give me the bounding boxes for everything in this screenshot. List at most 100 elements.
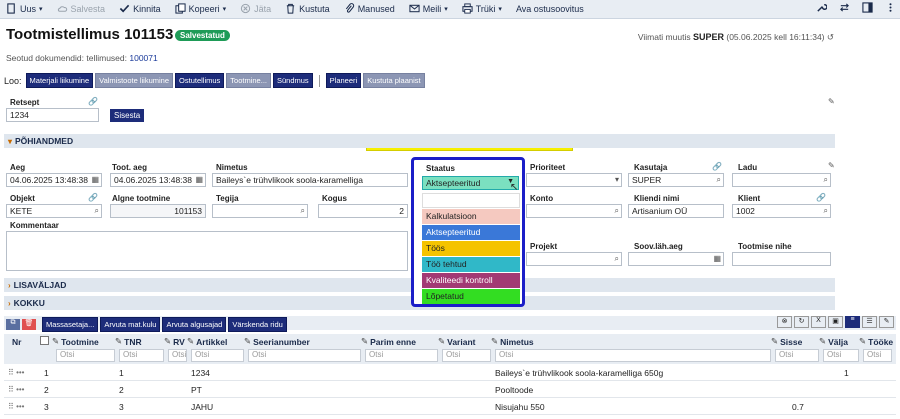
toolbar-button-1[interactable]: Salvesta bbox=[57, 3, 105, 16]
wrench-small-icon[interactable]: ✎ bbox=[879, 316, 894, 328]
column-filter-input[interactable]: Otsi bbox=[248, 349, 361, 362]
excel-icon[interactable]: X bbox=[811, 316, 826, 328]
linked-order-link[interactable]: 100071 bbox=[129, 53, 157, 63]
toolbar-button-7[interactable]: Meili ▾ bbox=[409, 3, 448, 16]
swap-arrows-icon[interactable] bbox=[839, 2, 850, 15]
prioriteet-select[interactable]: ▾ bbox=[526, 173, 622, 187]
toolbar-button-2[interactable]: Kinnita bbox=[119, 3, 161, 16]
column-header[interactable]: ✎ TNR bbox=[115, 334, 142, 349]
cell-tnr[interactable]: 3 bbox=[119, 402, 124, 412]
column-filter-input[interactable]: Otsi bbox=[442, 349, 491, 362]
tegija-input[interactable]: ⌕ bbox=[212, 204, 308, 218]
toolbar-button-8[interactable]: Trüki ▾ bbox=[462, 2, 502, 16]
calendar-icon[interactable]: ▦ bbox=[195, 175, 203, 184]
status-option[interactable]: Aktsepteeritud bbox=[422, 225, 520, 240]
row-menu-icon[interactable]: ⠿ ••• bbox=[8, 385, 24, 394]
kliendi-nimi-input[interactable]: Artisanium OÜ bbox=[628, 204, 724, 218]
history-icon[interactable]: ↺ bbox=[827, 32, 834, 42]
toolbar-button-5[interactable]: Kustuta bbox=[285, 3, 330, 16]
column-header[interactable]: ✎ Tööke bbox=[859, 334, 893, 349]
plan-button-0[interactable]: Planeeri bbox=[325, 73, 362, 88]
search-icon[interactable]: ⌕ bbox=[824, 206, 828, 216]
cell-nimetus[interactable]: Nisujahu 550 bbox=[495, 402, 545, 412]
column-header[interactable]: ✎ Nimetus bbox=[491, 334, 534, 349]
grid-action-button-0[interactable]: Massasetaja... bbox=[42, 317, 99, 332]
calendar-icon[interactable]: ▦ bbox=[713, 254, 721, 263]
cell-artikkel[interactable]: PT bbox=[191, 385, 202, 395]
cell-tnr[interactable]: 2 bbox=[119, 385, 124, 395]
column-header[interactable]: ✎ Seerianumber bbox=[244, 334, 310, 349]
retsept-input[interactable]: 1234 bbox=[6, 108, 99, 122]
wrench-small-icon[interactable]: ✎ bbox=[828, 97, 835, 106]
column-filter-input[interactable]: Otsi bbox=[191, 349, 244, 362]
create-button-4[interactable]: Sündmus bbox=[272, 73, 313, 88]
cell-tnr[interactable]: 1 bbox=[119, 368, 124, 378]
create-button-2[interactable]: Ostutellimus bbox=[175, 73, 225, 88]
column-header[interactable]: ✎ Välja bbox=[819, 334, 848, 349]
column-filter-input[interactable]: Otsi bbox=[56, 349, 115, 362]
staatus-select[interactable]: Aktsepteeritud ▼ bbox=[422, 176, 519, 190]
column-filter-input[interactable]: Otsi bbox=[168, 349, 187, 362]
search-icon[interactable]: ⌕ bbox=[615, 206, 619, 216]
cell-artikkel[interactable]: 1234 bbox=[191, 368, 210, 378]
wrench-icon[interactable] bbox=[816, 2, 827, 15]
grid-action-button-1[interactable]: Arvuta mat.kulu bbox=[100, 317, 161, 332]
toolbar-button-4[interactable]: Jäta bbox=[240, 3, 271, 16]
rows-view-icon[interactable]: ≡ bbox=[845, 316, 860, 328]
table-row[interactable]: ⠿ ••• 1 1 1234 Baileys`e trühvlikook soola-k… bbox=[4, 365, 896, 381]
delete-rows-icon[interactable]: 🗑 bbox=[22, 319, 36, 330]
create-button-1[interactable]: Valmistoote liikumine bbox=[95, 73, 174, 88]
search-icon[interactable]: ⌕ bbox=[615, 254, 619, 264]
column-filter-input[interactable]: Otsi bbox=[119, 349, 164, 362]
status-option[interactable]: Lõpetatud bbox=[422, 289, 520, 304]
column-filter-input[interactable]: Otsi bbox=[863, 349, 892, 362]
toot-aeg-input[interactable]: 04.06.2025 13:48:38 ▦ bbox=[110, 173, 206, 187]
toolbar-button-9[interactable]: Ava ostusoovitus bbox=[516, 4, 584, 14]
konto-input[interactable]: ⌕ bbox=[526, 204, 622, 218]
soov-lah-aeg-input[interactable]: ▦ bbox=[628, 252, 724, 266]
column-header[interactable]: ✎ Sisse bbox=[771, 334, 802, 349]
status-option[interactable] bbox=[422, 193, 520, 208]
panel-layout-icon[interactable] bbox=[862, 2, 873, 15]
column-header[interactable]: Nr bbox=[12, 334, 21, 349]
cell-sisse[interactable]: 0.7 bbox=[792, 402, 804, 412]
calendar-icon[interactable]: ▦ bbox=[91, 175, 99, 184]
cell-nr[interactable]: 2 bbox=[44, 385, 49, 395]
nimetus-input[interactable]: Baileys`e trühvlikook soola-karamelliga bbox=[212, 173, 408, 187]
more-vertical-icon[interactable] bbox=[885, 2, 896, 15]
section-pohiandmed[interactable]: ▾ PÕHIANDMED bbox=[4, 134, 835, 148]
sisesta-button[interactable]: Sisesta bbox=[110, 109, 145, 122]
aeg-input[interactable]: 04.06.2025 13:48:38 ▦ bbox=[6, 173, 102, 187]
link-icon[interactable]: 🔗 bbox=[88, 97, 98, 106]
column-header[interactable]: ✎ Variant bbox=[438, 334, 475, 349]
plan-button-1[interactable]: Kustuta plaanist bbox=[363, 73, 425, 88]
kogus-input[interactable]: 2 bbox=[318, 204, 408, 218]
column-filter-input[interactable]: Otsi bbox=[823, 349, 859, 362]
ladu-input[interactable]: ⌕ bbox=[732, 173, 831, 187]
kasutaja-input[interactable]: SUPER ⌕ bbox=[628, 173, 724, 187]
list-view-icon[interactable]: ☰ bbox=[862, 316, 877, 328]
cell-valja[interactable]: 1 bbox=[844, 368, 849, 378]
cell-nimetus[interactable]: Baileys`e trühvlikook soola-karamelliga … bbox=[495, 368, 663, 378]
copy-rows-icon[interactable]: ⧉ bbox=[6, 319, 20, 330]
column-header[interactable]: ✎ Tootmine bbox=[52, 334, 99, 349]
status-option[interactable]: Kalkulatsioon bbox=[422, 209, 520, 224]
refresh-icon[interactable]: ↻ bbox=[794, 316, 809, 328]
toolbar-button-3[interactable]: Kopeeri ▾ bbox=[175, 2, 226, 16]
search-icon[interactable]: ⌕ bbox=[824, 175, 828, 185]
clear-icon[interactable]: ⊗ bbox=[777, 316, 792, 328]
kommentaar-textarea[interactable] bbox=[6, 231, 408, 271]
link-icon[interactable]: 🔗 bbox=[816, 193, 826, 202]
status-option[interactable]: Töös bbox=[422, 241, 520, 256]
image-icon[interactable]: ▣ bbox=[828, 316, 843, 328]
select-all-checkbox[interactable] bbox=[40, 336, 49, 345]
column-filter-input[interactable]: Otsi bbox=[495, 349, 771, 362]
cell-nimetus[interactable]: Pooltoode bbox=[495, 385, 533, 395]
wrench-small-icon[interactable]: ✎ bbox=[828, 161, 835, 170]
link-icon[interactable]: 🔗 bbox=[88, 193, 98, 202]
create-button-3[interactable]: Tootmine... bbox=[226, 73, 271, 88]
table-row[interactable]: ⠿ ••• 3 3 JAHU Nisujahu 550 0.7 bbox=[4, 399, 896, 415]
column-header[interactable]: ✎ Parim enne bbox=[361, 334, 416, 349]
search-icon[interactable]: ⌕ bbox=[301, 206, 305, 216]
toolbar-button-6[interactable]: Manused bbox=[344, 2, 395, 16]
